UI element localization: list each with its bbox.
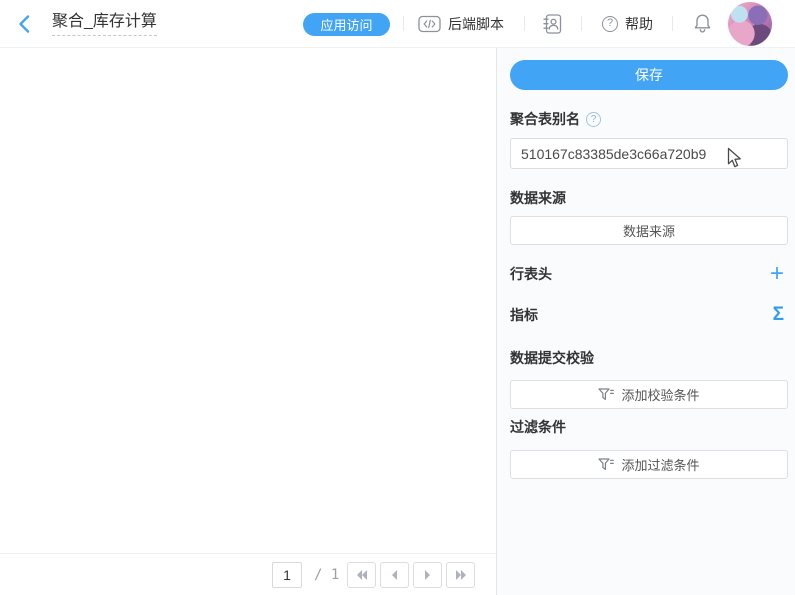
chevron-right-icon [424, 570, 431, 580]
divider [403, 16, 404, 31]
app-access-button[interactable]: 应用访问 [303, 13, 390, 36]
datasource-label: 数据来源 [510, 188, 788, 208]
first-page-button[interactable] [347, 562, 376, 588]
page-number-input[interactable] [272, 562, 302, 588]
question-mark-icon: ? [602, 16, 618, 32]
add-validation-label: 添加校验条件 [621, 385, 699, 404]
filter-label: 过滤条件 [510, 417, 788, 437]
backend-script-button[interactable]: 后端脚本 [418, 14, 504, 34]
sigma-icon[interactable]: Σ [773, 305, 784, 325]
filter-icon [598, 388, 614, 401]
member-directory-button[interactable] [542, 13, 563, 35]
add-filter-button[interactable]: 添加过滤条件 [510, 450, 788, 479]
prev-page-button[interactable] [380, 562, 409, 588]
address-book-icon [542, 13, 563, 35]
add-row-header-icon[interactable]: + [770, 264, 784, 284]
settings-panel: 保存 聚合表别名 ? 数据来源 数据来源 行表头 + 指标 Σ 数据提交校验 添… [497, 48, 795, 595]
last-page-button[interactable] [446, 562, 475, 588]
add-validation-button[interactable]: 添加校验条件 [510, 380, 788, 409]
alias-label: 聚合表别名 [510, 109, 580, 129]
table-canvas: / 1 [0, 48, 497, 595]
code-icon [418, 15, 441, 33]
row-header-section: 行表头 + [510, 262, 788, 286]
datasource-button[interactable]: 数据来源 [510, 216, 788, 245]
bell-icon [693, 13, 712, 34]
divider [524, 16, 525, 31]
divider [581, 16, 582, 31]
content-area: / 1 保存 [0, 48, 795, 595]
metrics-section: 指标 Σ [510, 303, 788, 327]
app-window: 聚合_库存计算 应用访问 后端脚本 ? 帮助 [0, 0, 795, 595]
help-button[interactable]: ? 帮助 [602, 14, 653, 34]
row-header-label: 行表头 [510, 264, 552, 284]
page-total-label: / 1 [314, 567, 339, 583]
chevron-left-icon [17, 14, 30, 34]
validation-label: 数据提交校验 [510, 348, 788, 368]
divider [672, 16, 673, 31]
pagination-bar: / 1 [0, 553, 496, 595]
user-avatar[interactable] [728, 2, 772, 46]
alias-help-icon[interactable]: ? [586, 112, 601, 127]
header-actions: 后端脚本 ? 帮助 [397, 0, 772, 47]
back-button[interactable] [17, 14, 31, 34]
add-filter-label: 添加过滤条件 [621, 455, 699, 474]
double-chevron-right-icon [455, 570, 467, 580]
backend-script-label: 后端脚本 [448, 14, 504, 34]
filter-icon [598, 458, 614, 471]
metrics-label: 指标 [510, 305, 538, 325]
help-label: 帮助 [625, 14, 653, 34]
top-bar: 聚合_库存计算 应用访问 后端脚本 ? 帮助 [0, 0, 795, 48]
double-chevron-left-icon [356, 570, 368, 580]
next-page-button[interactable] [413, 562, 442, 588]
notifications-button[interactable] [693, 13, 712, 34]
pagination-nav [347, 562, 475, 588]
save-button[interactable]: 保存 [510, 60, 788, 90]
alias-label-row: 聚合表别名 ? [510, 109, 788, 129]
chevron-left-icon [391, 570, 398, 580]
page-title[interactable]: 聚合_库存计算 [52, 12, 157, 36]
alias-input[interactable] [510, 138, 788, 169]
